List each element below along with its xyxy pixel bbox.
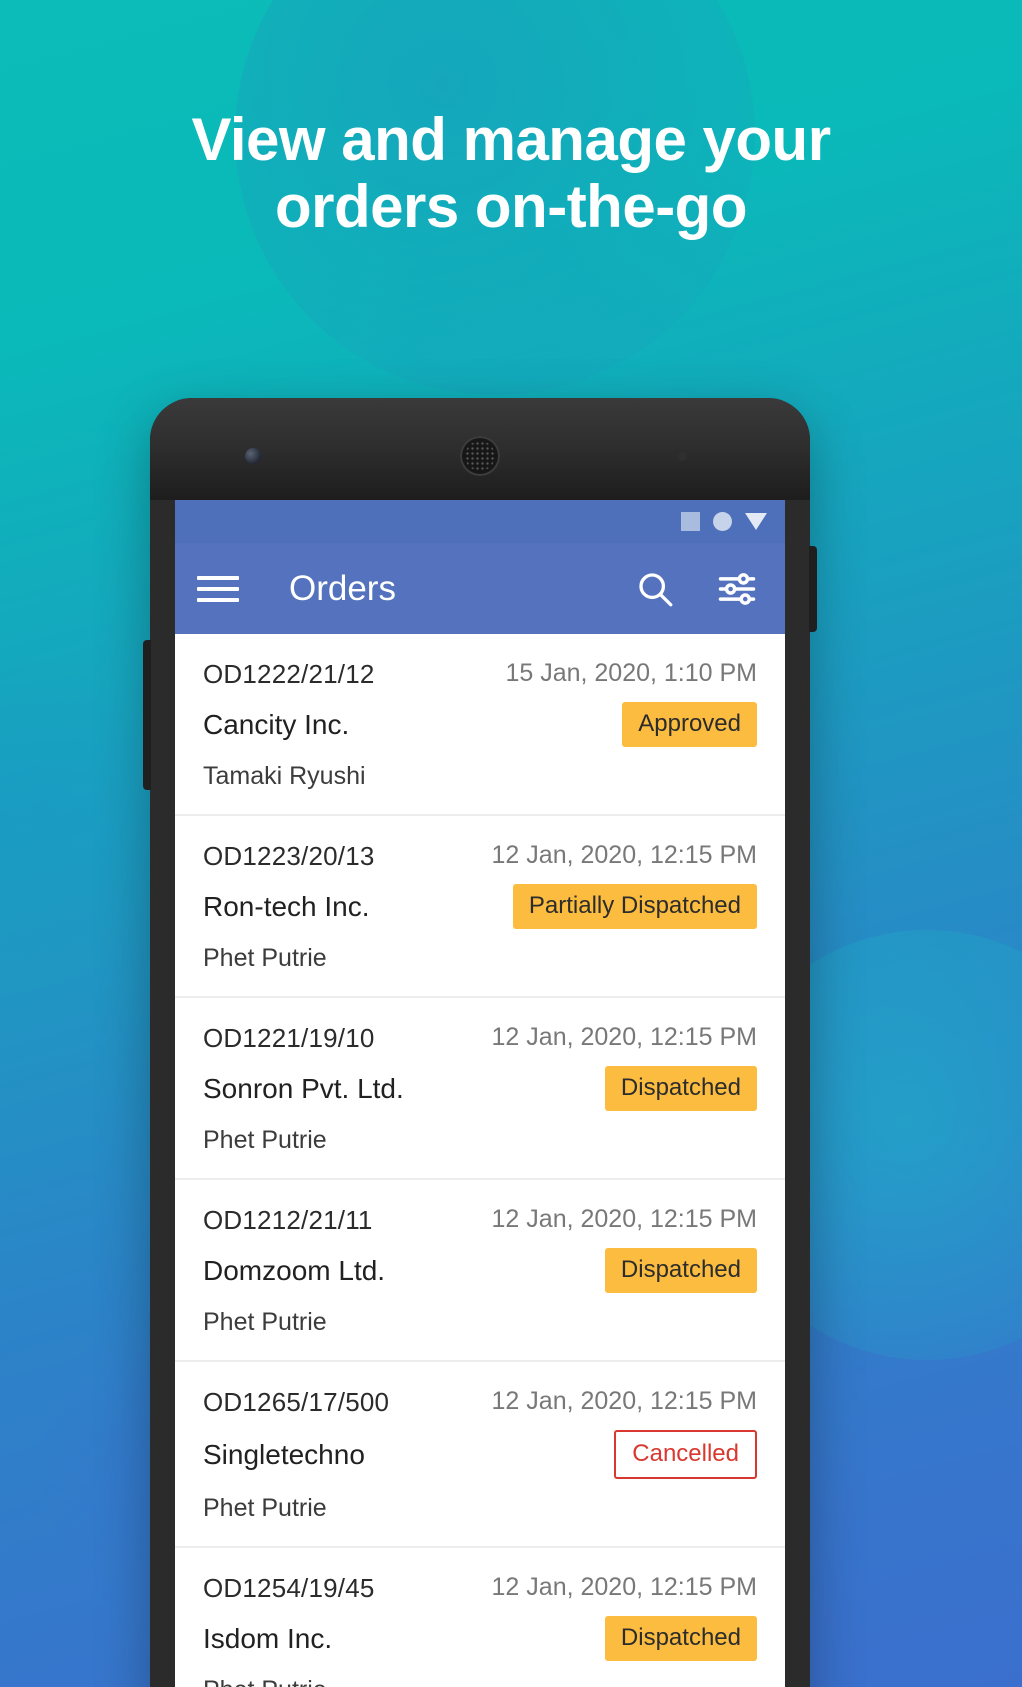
order-row-middle: Domzoom Ltd. Dispatched [203,1248,757,1293]
status-badge: Approved [622,702,757,747]
order-row-top: OD1265/17/500 12 Jan, 2020, 12:15 PM [203,1387,757,1418]
front-camera-icon [245,448,261,464]
status-badge: Partially Dispatched [512,884,757,929]
order-company-name: Sonron Pvt. Ltd. [203,1072,404,1104]
order-row-middle: Ron-tech Inc. Partially Dispatched [203,884,757,929]
order-company-name: Isdom Inc. [203,1622,333,1654]
order-row-top: OD1221/19/10 12 Jan, 2020, 12:15 PM [203,1023,757,1054]
order-row-top: OD1254/19/45 12 Jan, 2020, 12:15 PM [203,1573,757,1604]
promo-headline-line1: View and manage your [191,106,831,173]
order-row[interactable]: OD1221/19/10 12 Jan, 2020, 12:15 PM Sonron… [175,998,785,1180]
order-date: 12 Jan, 2020, 12:15 PM [491,1023,757,1051]
order-date: 12 Jan, 2020, 12:15 PM [491,1387,757,1415]
order-row-top: OD1223/20/13 12 Jan, 2020, 12:15 PM [203,841,757,872]
order-id: OD1212/21/11 [203,1205,373,1235]
circle-icon [713,512,732,531]
order-company-name: Domzoom Ltd. [203,1254,386,1286]
order-row-middle: Isdom Inc. Dispatched [203,1616,757,1661]
order-row-middle: Cancity Inc. Approved [203,702,757,747]
order-id: OD1254/19/45 [203,1573,375,1603]
square-icon [681,512,700,531]
order-row-middle: Sonron Pvt. Ltd. Dispatched [203,1066,757,1111]
phone-mockup: Orders OD1222/21/12 15 Jan, 2020, 1:10 P… [143,398,817,1687]
status-badge: Cancelled [614,1430,757,1479]
order-id: OD1223/20/13 [203,841,375,871]
order-contact-person: Phet Putrie [203,944,327,972]
promo-headline-line2: orders on-the-go [275,173,747,241]
order-date: 15 Jan, 2020, 1:10 PM [505,659,757,687]
promo-headline: View and manage your orders on-the-go [0,106,1022,240]
order-company-name: Ron-tech Inc. [203,890,370,922]
order-row-top: OD1222/21/12 15 Jan, 2020, 1:10 PM [203,659,757,690]
earpiece-speaker-icon [460,436,500,476]
status-badge: Dispatched [604,1066,757,1111]
tune-filter-icon[interactable] [711,563,763,615]
order-row[interactable]: OD1265/17/500 12 Jan, 2020, 12:15 PM Singl… [175,1362,785,1548]
order-row[interactable]: OD1254/19/45 12 Jan, 2020, 12:15 PM Isdom … [175,1548,785,1687]
promo-screenshot-canvas: View and manage your orders on-the-go Or… [0,0,1022,1687]
order-row[interactable]: OD1222/21/12 15 Jan, 2020, 1:10 PM Cancity… [175,634,785,816]
status-badge: Dispatched [604,1248,757,1293]
order-row[interactable]: OD1212/21/11 12 Jan, 2020, 12:15 PM Domzoo… [175,1180,785,1362]
order-date: 12 Jan, 2020, 12:15 PM [491,1205,757,1233]
order-contact-person: Phet Putrie [203,1308,327,1336]
triangle-down-icon [745,513,767,530]
status-bar [175,500,785,543]
power-button[interactable] [809,546,817,632]
order-id: OD1221/19/10 [203,1023,375,1053]
order-date: 12 Jan, 2020, 12:15 PM [491,1573,757,1601]
orders-list[interactable]: OD1222/21/12 15 Jan, 2020, 1:10 PM Cancity… [175,634,785,1687]
order-company-name: Cancity Inc. [203,708,350,740]
app-bar: Orders [175,543,785,634]
phone-top-bezel [150,398,810,500]
order-id: OD1265/17/500 [203,1387,390,1417]
order-row[interactable]: OD1223/20/13 12 Jan, 2020, 12:15 PM Ron-te… [175,816,785,998]
proximity-sensor-icon [678,452,687,461]
order-contact-person: Phet Putrie [203,1494,327,1522]
hamburger-menu-icon[interactable] [197,566,243,612]
order-contact-person: Phet Putrie [203,1126,327,1154]
order-company-name: Singletechno [203,1438,365,1470]
order-row-middle: Singletechno Cancelled [203,1430,757,1479]
search-icon[interactable] [629,563,681,615]
order-contact-person: Phet Putrie [203,1676,757,1687]
page-title: Orders [289,568,396,608]
status-badge: Dispatched [604,1616,757,1661]
order-row-top: OD1212/21/11 12 Jan, 2020, 12:15 PM [203,1205,757,1236]
phone-screen: Orders OD1222/21/12 15 Jan, 2020, 1:10 P… [175,500,785,1687]
order-contact-person: Tamaki Ryushi [203,762,366,790]
order-id: OD1222/21/12 [203,659,375,689]
volume-button[interactable] [143,640,151,790]
order-date: 12 Jan, 2020, 12:15 PM [491,841,757,869]
